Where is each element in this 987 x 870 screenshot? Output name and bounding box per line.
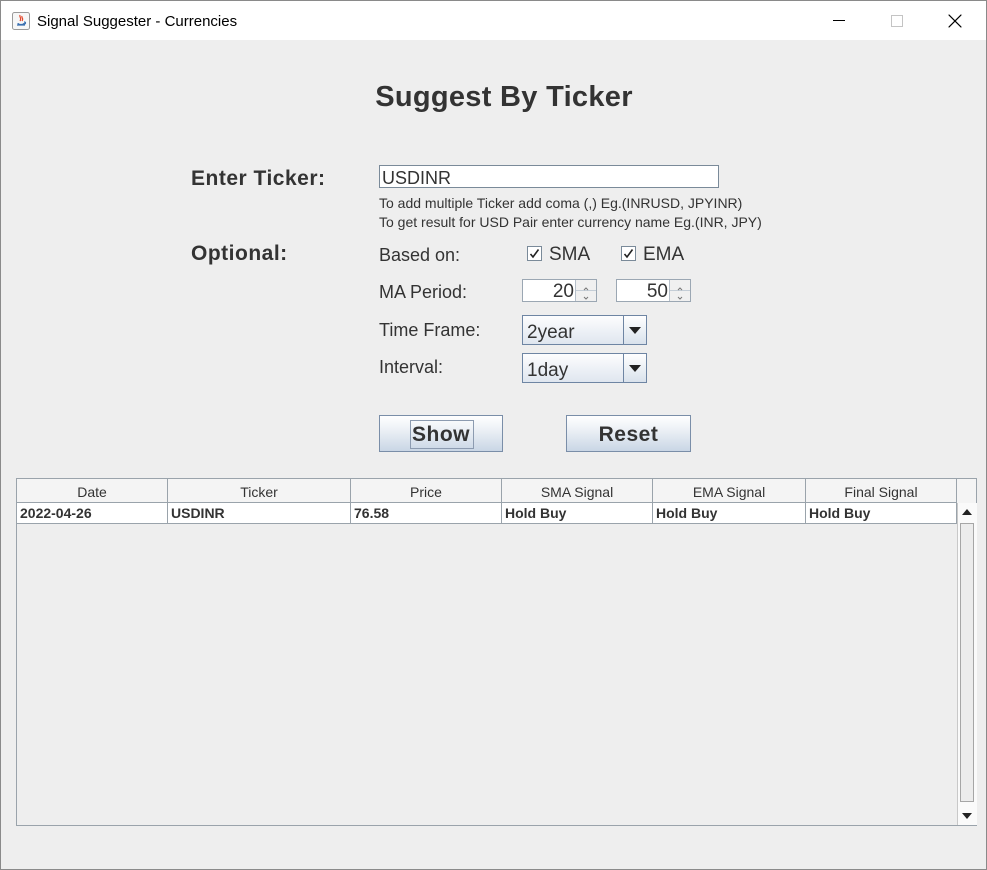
- close-icon: [948, 14, 962, 27]
- maximize-icon: [891, 14, 903, 27]
- spinner-arrows: [575, 280, 596, 301]
- java-app-icon: [12, 12, 30, 30]
- checkmark-icon: [529, 249, 540, 259]
- based-on-label: Based on:: [379, 245, 461, 265]
- column-header-ticker[interactable]: Ticker: [168, 479, 351, 503]
- chevron-down-icon: [629, 365, 641, 372]
- table-cell-date[interactable]: 2022-04-26: [17, 503, 168, 524]
- spinner-arrows: [669, 280, 690, 301]
- ma-period-label: MA Period:: [379, 282, 468, 302]
- scrollbar-thumb[interactable]: [960, 523, 974, 802]
- table-cell-sma-signal[interactable]: Hold Buy: [502, 503, 653, 524]
- table-cell-price[interactable]: 76.58: [351, 503, 502, 524]
- ma-period-1-value: 20: [552, 281, 574, 302]
- spinner-down-button[interactable]: [670, 291, 690, 301]
- enter-ticker-label: Enter Ticker:: [191, 167, 326, 190]
- title-bar: Signal Suggester - Currencies: [1, 1, 986, 40]
- focus-ring: [410, 420, 474, 449]
- arrow-down-icon: [677, 296, 683, 300]
- ma-period-1-spinner[interactable]: 20: [522, 279, 597, 302]
- show-button[interactable]: Show: [379, 415, 503, 452]
- spinner-up-button[interactable]: [576, 280, 596, 291]
- ema-checkbox-label[interactable]: EMA: [643, 244, 684, 266]
- table-cell-ticker[interactable]: USDINR: [168, 503, 351, 524]
- table-header-corner: [957, 479, 976, 504]
- app-window: Signal Suggester - Currencies Suggest By…: [0, 0, 987, 870]
- column-header-ema-signal[interactable]: EMA Signal: [653, 479, 806, 503]
- column-header-price[interactable]: Price: [351, 479, 502, 503]
- sma-checkbox[interactable]: [527, 246, 542, 261]
- spinner-down-button[interactable]: [576, 291, 596, 301]
- results-table: Date Ticker Price SMA Signal EMA Signal …: [16, 478, 977, 826]
- arrow-down-icon: [583, 296, 589, 300]
- ma-period-2-value: 50: [646, 281, 668, 302]
- scroll-down-icon[interactable]: [962, 813, 972, 819]
- ticker-input[interactable]: [379, 165, 719, 188]
- ema-checkbox[interactable]: [621, 246, 636, 261]
- checkmark-icon: [623, 249, 634, 259]
- reset-button[interactable]: Reset: [566, 415, 691, 452]
- table-cell-ema-signal[interactable]: Hold Buy: [653, 503, 806, 524]
- ticker-hint-multiple: To add multiple Ticker add coma (,) Eg.(…: [379, 195, 743, 211]
- ticker-hint-usd-pair: To get result for USD Pair enter currenc…: [379, 214, 762, 230]
- interval-label: Interval:: [379, 357, 444, 377]
- sma-checkbox-label[interactable]: SMA: [549, 244, 590, 266]
- scroll-up-icon[interactable]: [962, 509, 972, 515]
- column-header-final-signal[interactable]: Final Signal: [806, 479, 957, 503]
- vertical-scrollbar[interactable]: [957, 503, 977, 825]
- dropdown-button[interactable]: [623, 354, 646, 382]
- page-heading: Suggest By Ticker: [375, 81, 633, 113]
- minimize-icon: [833, 19, 845, 21]
- dropdown-button[interactable]: [623, 316, 646, 344]
- ma-period-2-spinner[interactable]: 50: [616, 279, 691, 302]
- maximize-button[interactable]: [868, 1, 926, 40]
- interval-value: 1day: [527, 360, 569, 381]
- interval-dropdown[interactable]: 1day: [522, 353, 647, 383]
- time-frame-dropdown[interactable]: 2year: [522, 315, 647, 345]
- spinner-up-button[interactable]: [670, 280, 690, 291]
- minimize-button[interactable]: [810, 1, 868, 40]
- time-frame-value: 2year: [527, 322, 575, 343]
- chevron-down-icon: [629, 327, 641, 334]
- reset-button-label: Reset: [598, 423, 659, 446]
- table-cell-final-signal[interactable]: Hold Buy: [806, 503, 957, 524]
- column-header-date[interactable]: Date: [17, 479, 168, 503]
- window-title: Signal Suggester - Currencies: [37, 13, 238, 30]
- close-button[interactable]: [926, 1, 984, 40]
- time-frame-label: Time Frame:: [379, 320, 481, 340]
- column-header-sma-signal[interactable]: SMA Signal: [502, 479, 653, 503]
- optional-label: Optional:: [191, 242, 288, 265]
